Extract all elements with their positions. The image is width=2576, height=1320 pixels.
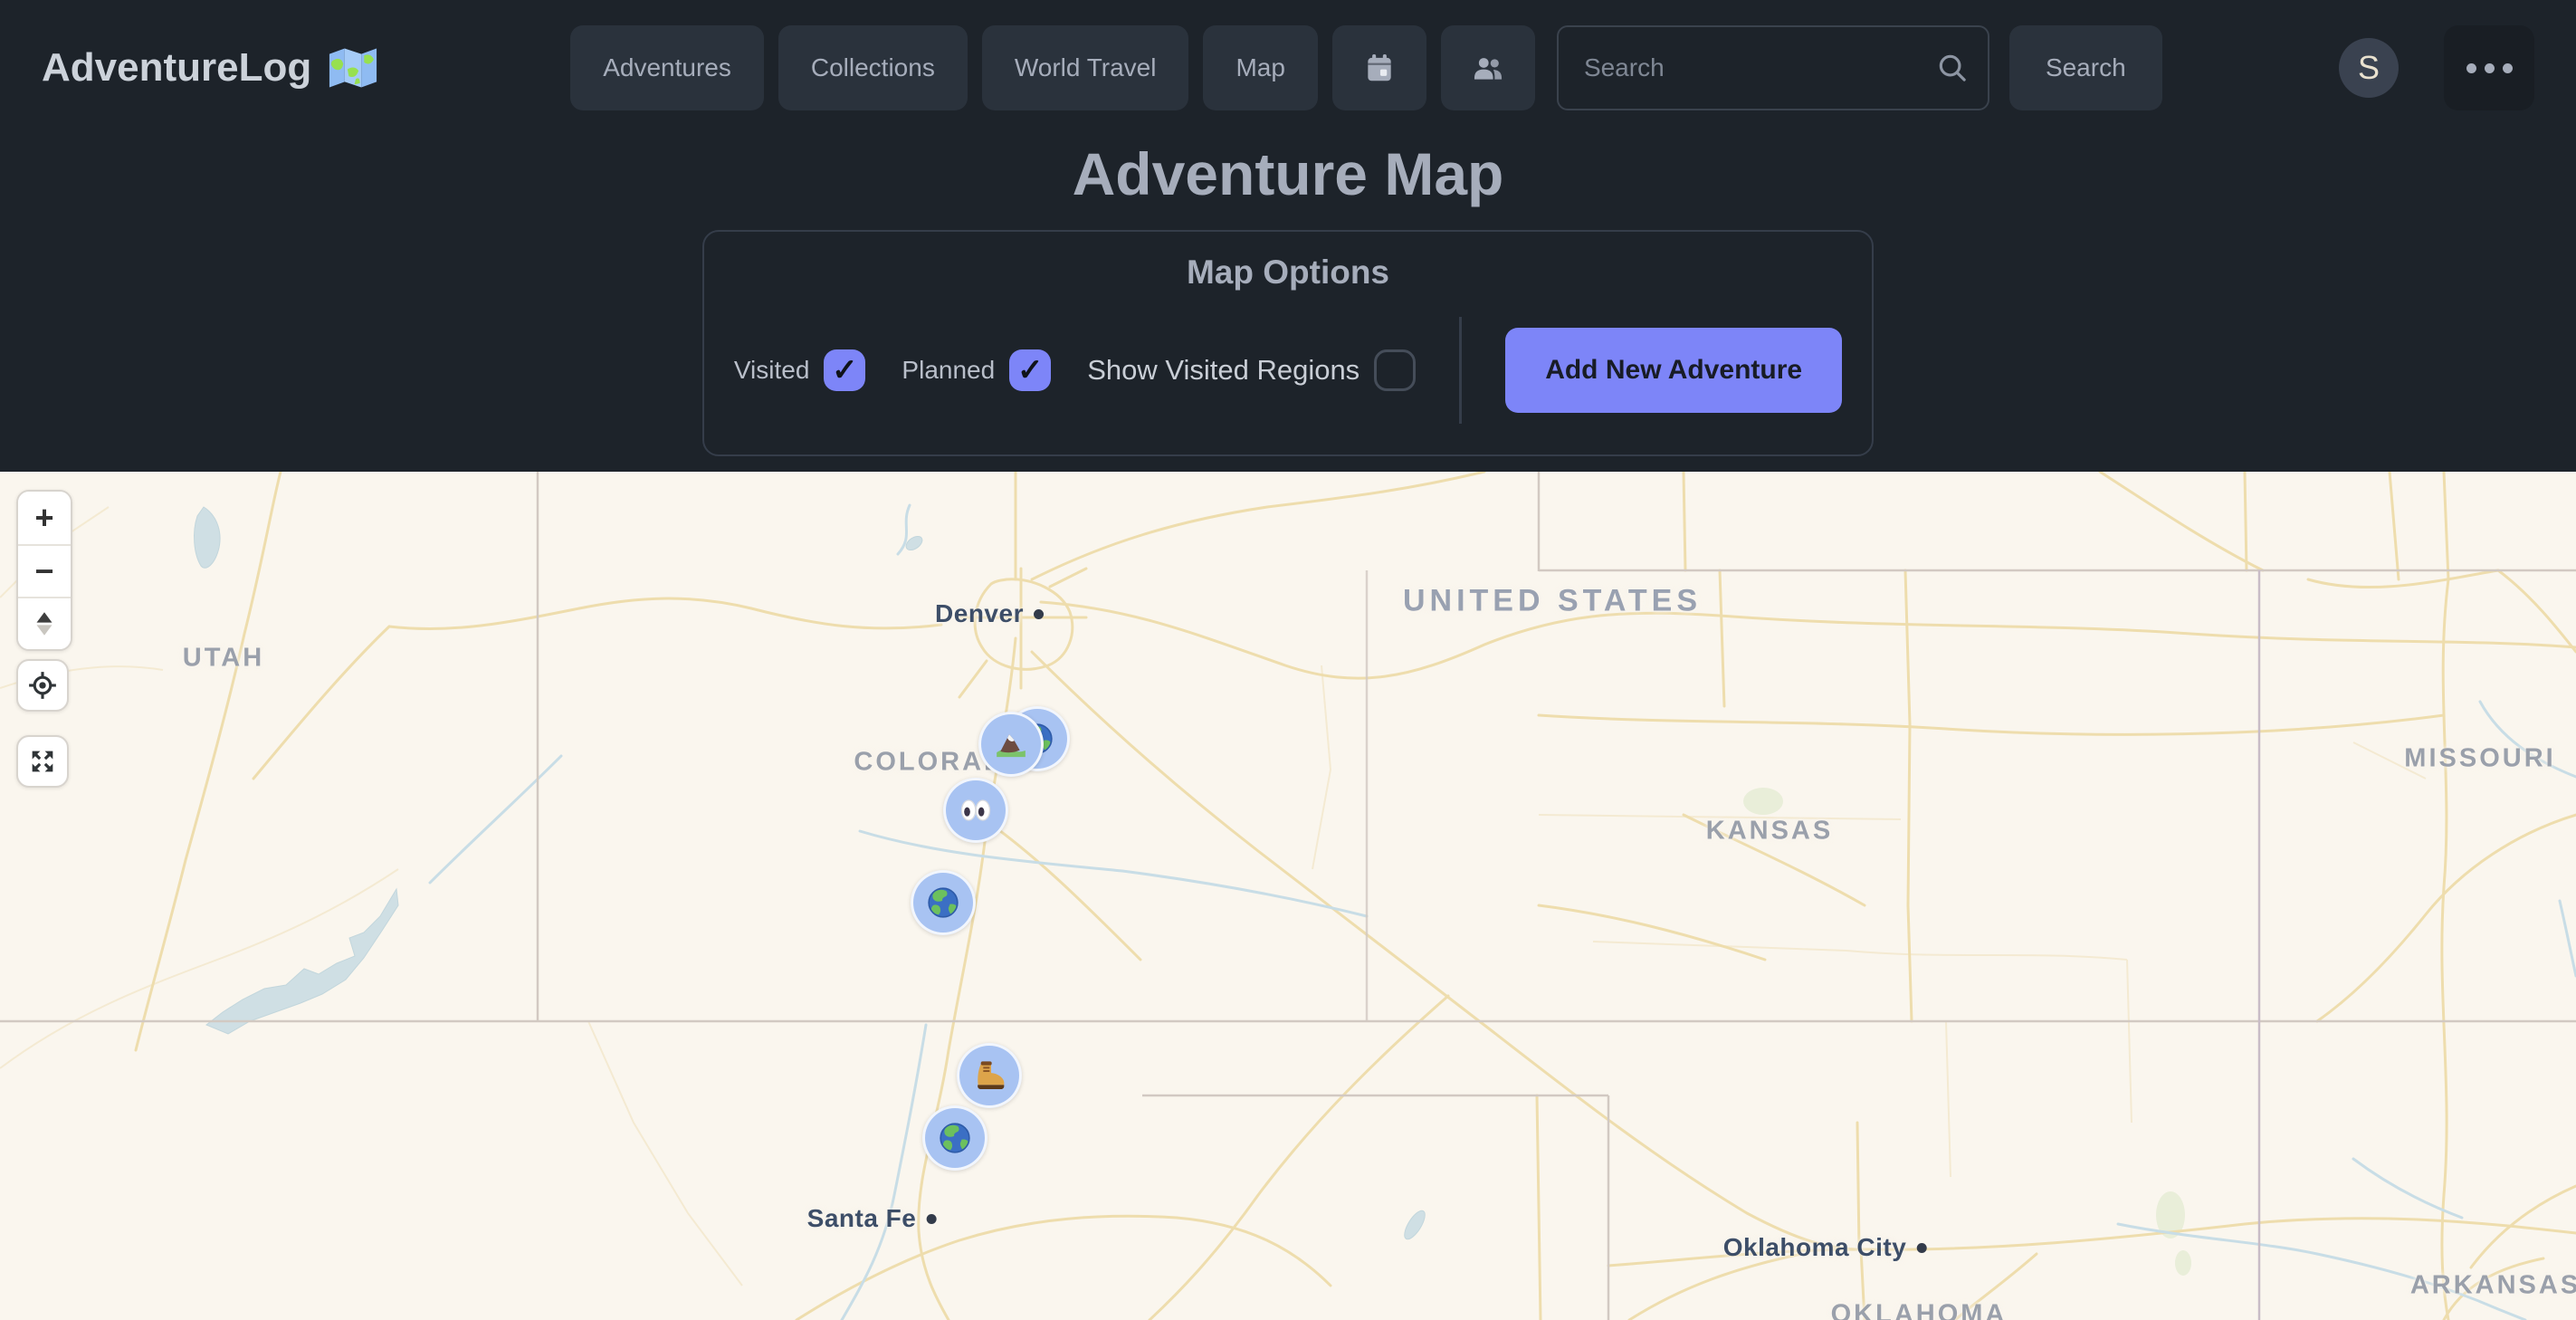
globe-marker[interactable]	[911, 870, 976, 935]
world-map-icon	[328, 47, 378, 89]
fullscreen-button[interactable]	[16, 735, 69, 788]
users-button[interactable]	[1441, 25, 1535, 110]
globe-marker[interactable]	[922, 1105, 987, 1171]
brand-link[interactable]: AdventureLog	[42, 45, 378, 91]
planned-checkbox[interactable]: ✓	[1009, 349, 1051, 391]
state-label-utah: UTAH	[183, 644, 264, 674]
map-options-card: Map Options Visited ✓ Planned ✓ Show Visited…	[702, 230, 1874, 456]
toggle-label: Planned	[902, 356, 995, 385]
toggle-visited: Visited ✓	[734, 349, 866, 391]
locate-icon	[27, 670, 58, 701]
city-label-santa-fe: Santa Fe	[807, 1204, 937, 1233]
map-zoom-controls: + −	[16, 490, 72, 651]
locate-button[interactable]	[16, 659, 69, 712]
nav-item-adventures[interactable]: Adventures	[570, 25, 764, 110]
zoom-out-button[interactable]: −	[18, 544, 71, 597]
ellipsis-icon	[2466, 63, 2476, 73]
adventurelog-app: AdventureLog AdventuresCollectionsWorld …	[0, 0, 2576, 1320]
mountain-icon	[993, 726, 1029, 762]
pitch-toggle-button[interactable]	[18, 597, 71, 649]
navbar: AdventureLog AdventuresCollectionsWorld …	[0, 0, 2576, 136]
add-new-adventure-button[interactable]: Add New Adventure	[1505, 328, 1842, 413]
toggle-label: Show Visited Regions	[1087, 354, 1360, 387]
pitch-icon	[29, 608, 60, 639]
toggle-label: Visited	[734, 356, 810, 385]
page-title: Adventure Map	[0, 139, 2576, 208]
nav-items: AdventuresCollectionsWorld TravelMap	[570, 25, 1318, 110]
globe-icon	[925, 885, 961, 921]
city-dot	[1916, 1243, 1926, 1253]
brand-name: AdventureLog	[42, 45, 311, 91]
city-label-denver: Denver	[935, 599, 1044, 628]
search-button[interactable]: Search	[2009, 25, 2162, 110]
boot-marker[interactable]	[957, 1043, 1022, 1108]
options-divider	[1459, 317, 1462, 424]
mountain-marker[interactable]	[978, 712, 1044, 777]
calendar-button[interactable]	[1332, 25, 1426, 110]
state-label-arkansas: ARKANSAS	[2410, 1271, 2576, 1301]
zoom-in-button[interactable]: +	[18, 492, 71, 544]
nav-item-world-travel[interactable]: World Travel	[982, 25, 1189, 110]
search-box	[1557, 25, 1989, 110]
boot-icon	[971, 1057, 1007, 1094]
toggle-show-visited-regions: Show Visited Regions	[1087, 349, 1416, 391]
map-options-row: Visited ✓ Planned ✓ Show Visited Regions Add…	[704, 317, 1872, 424]
more-menu-button[interactable]	[2444, 25, 2534, 110]
city-dot	[1034, 609, 1044, 619]
map-options-title: Map Options	[704, 253, 1872, 292]
basemap	[0, 472, 2576, 1320]
visited-checkbox[interactable]: ✓	[824, 349, 865, 391]
city-label-oklahoma-city: Oklahoma City	[1723, 1233, 1927, 1262]
nav-icon-group	[1332, 25, 1535, 110]
city-dot	[926, 1214, 936, 1224]
toggle-planned: Planned ✓	[902, 349, 1051, 391]
eyes-icon	[958, 792, 994, 828]
country-label-united-states: UNITED STATES	[1403, 584, 1702, 619]
nav-item-map[interactable]: Map	[1203, 25, 1317, 110]
avatar[interactable]: S	[2339, 38, 2399, 98]
users-icon	[1471, 51, 1505, 85]
nav-item-collections[interactable]: Collections	[778, 25, 968, 110]
toggles: Visited ✓ Planned ✓ Show Visited Regions	[734, 349, 1452, 391]
map-canvas[interactable]: + −	[0, 472, 2576, 1320]
search-area: Search	[1557, 25, 2162, 110]
search-input[interactable]	[1557, 25, 1989, 110]
calendar-icon	[1362, 51, 1397, 85]
avatar-initial: S	[2358, 49, 2380, 87]
page-header: Adventure Map Map Options Visited✓Planne…	[0, 139, 2576, 456]
state-label-oklahoma: OKLAHOMA	[1831, 1300, 2008, 1320]
eyes-marker[interactable]	[943, 778, 1008, 843]
state-label-missouri: MISSOURI	[2404, 744, 2555, 774]
nav-right: S	[2339, 25, 2534, 110]
state-label-kansas: KANSAS	[1706, 817, 1833, 847]
show-visited-regions-checkbox[interactable]	[1374, 349, 1416, 391]
globe-icon	[937, 1120, 973, 1156]
fullscreen-icon	[27, 746, 58, 777]
